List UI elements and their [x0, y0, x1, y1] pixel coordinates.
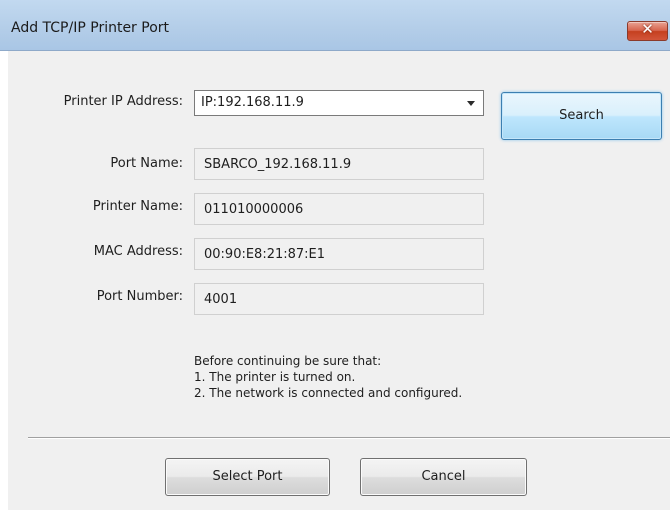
mac-address-field: 00:90:E8:21:87:E1 — [194, 238, 484, 270]
close-icon: ✕ — [641, 20, 654, 38]
port-name-label: Port Name: — [110, 156, 183, 171]
cancel-button[interactable]: Cancel — [360, 458, 527, 496]
port-name-value: SBARCO_192.168.11.9 — [204, 157, 352, 172]
select-port-button[interactable]: Select Port — [165, 458, 330, 496]
dropdown-arrow-icon[interactable] — [467, 101, 475, 106]
add-printer-port-dialog: Add TCP/IP Printer Port ✕ Printer IP Add… — [0, 0, 670, 510]
port-number-field: 4001 — [194, 283, 484, 315]
close-button[interactable]: ✕ — [627, 20, 668, 41]
mac-address-label: MAC Address: — [93, 244, 183, 259]
printer-ip-label: Printer IP Address: — [63, 94, 183, 109]
port-name-field: SBARCO_192.168.11.9 — [194, 148, 484, 180]
port-number-value: 4001 — [204, 292, 238, 307]
printer-ip-dropdown[interactable]: IP:192.168.11.9 — [194, 90, 484, 116]
info-line-2: 1. The printer is turned on. — [194, 370, 356, 384]
info-line-3: 2. The network is connected and configur… — [194, 386, 463, 400]
separator — [28, 437, 670, 439]
title-bar[interactable]: Add TCP/IP Printer Port ✕ — [0, 0, 670, 51]
search-button[interactable]: Search — [501, 92, 662, 140]
info-message: Before continuing be sure that: 1. The p… — [194, 353, 462, 401]
window-title: Add TCP/IP Printer Port — [11, 20, 170, 36]
printer-name-field: 011010000006 — [194, 193, 484, 225]
printer-name-value: 011010000006 — [204, 202, 304, 217]
printer-name-label: Printer Name: — [92, 199, 183, 214]
mac-address-value: 00:90:E8:21:87:E1 — [204, 247, 326, 262]
printer-ip-value: IP:192.168.11.9 — [201, 95, 304, 110]
info-line-1: Before continuing be sure that: — [194, 354, 382, 368]
port-number-label: Port Number: — [96, 289, 183, 304]
